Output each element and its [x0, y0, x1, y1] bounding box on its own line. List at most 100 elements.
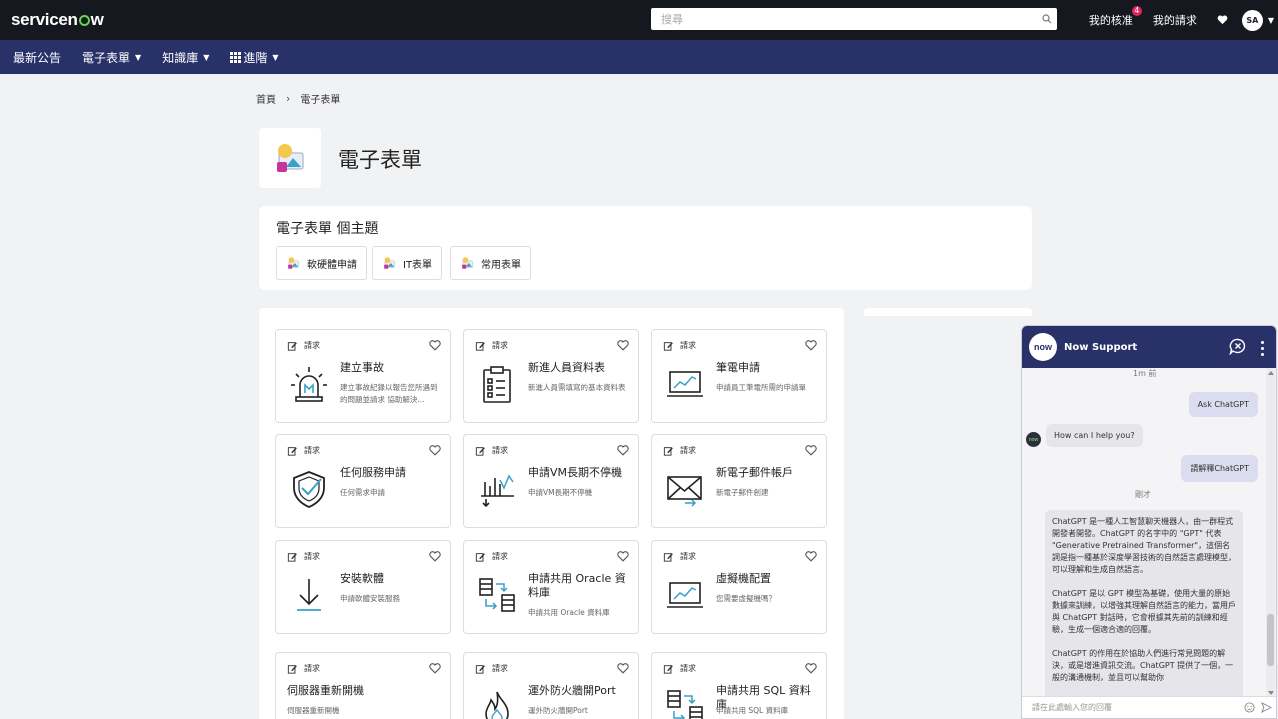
chat-header: now Now Support: [1022, 326, 1276, 368]
favorite-heart-icon[interactable]: [429, 663, 441, 677]
download-icon: [287, 573, 331, 617]
approvals-count-badge: 4: [1131, 6, 1142, 16]
scroll-thumb: [1267, 614, 1274, 666]
chat-widget: now Now Support 1m 前 Ask ChatGPT now How…: [1021, 325, 1277, 719]
breadcrumb-current: 電子表單: [300, 95, 341, 106]
favorite-heart-icon[interactable]: [805, 663, 817, 677]
envelope-icon: [663, 467, 707, 511]
card-description: 申請員工筆電所需的申請單: [716, 383, 806, 392]
topic-chip-hardware-software[interactable]: 軟硬體申請: [276, 246, 367, 280]
clipboard-icon: [475, 362, 519, 406]
search-input[interactable]: [651, 12, 1037, 26]
my-requests-link[interactable]: 我的請求: [1153, 12, 1197, 28]
avatar-caret-icon[interactable]: ▼: [1268, 16, 1274, 25]
favorite-heart-icon[interactable]: [805, 551, 817, 565]
category-icon-box: [259, 128, 321, 188]
user-message: 請解釋ChatGPT: [1181, 455, 1258, 482]
favorites-heart-icon[interactable]: [1217, 15, 1228, 25]
card-title: 運外防火牆開Port: [528, 684, 616, 697]
catalog-card-new-email[interactable]: 請求 新電子郵件帳戶 新電子郵件創建: [651, 434, 827, 528]
topic-chip-it-forms[interactable]: IT表單: [372, 246, 443, 280]
scroll-down-icon: [1268, 691, 1274, 695]
message-timestamp: 剛才: [1135, 490, 1151, 499]
card-title: 任何服務申請: [340, 466, 406, 479]
chat-scrollbar[interactable]: [1266, 368, 1275, 698]
topic-chip-common-forms[interactable]: 常用表單: [450, 246, 531, 280]
bot-avatar: now: [1026, 432, 1041, 447]
chevron-down-icon: ▼: [135, 52, 142, 62]
more-options-icon[interactable]: [1261, 340, 1264, 356]
catalog-card-vm-config[interactable]: 請求 虛擬機配置 您需要虛擬機嗎？: [651, 540, 827, 634]
chat-title: Now Support: [1064, 341, 1138, 353]
edit-icon: [663, 446, 673, 456]
breadcrumb-home[interactable]: 首頁: [256, 91, 276, 106]
nav-item-knowledge[interactable]: 知識庫 ▼: [162, 49, 209, 66]
send-icon[interactable]: [1261, 702, 1272, 713]
favorite-heart-icon[interactable]: [617, 551, 629, 565]
topic-chip-label: 常用表單: [481, 259, 521, 271]
request-tag: 請求: [287, 340, 320, 351]
catalog-card-sql-db[interactable]: 請求 申請共用 SQL 資料庫 申請共用 SQL 資料庫: [651, 652, 827, 719]
card-title: 安裝軟體: [340, 572, 384, 585]
user-avatar[interactable]: SA: [1241, 9, 1263, 31]
servicenow-logo[interactable]: servicen w: [11, 10, 104, 30]
forms-category-icon: [277, 144, 304, 172]
nav-bar: 最新公告 電子表單 ▼ 知識庫 ▼ 進階 ▼: [0, 40, 1278, 74]
topic-chip-label: 軟硬體申請: [307, 259, 357, 271]
request-tag: 請求: [475, 551, 508, 562]
page-title: 電子表單: [338, 148, 422, 172]
favorite-heart-icon[interactable]: [429, 551, 441, 565]
database-sync-icon: [475, 573, 519, 617]
chat-messages: 1m 前 Ask ChatGPT now How can I help you?…: [1022, 368, 1268, 698]
chat-reply-input[interactable]: [1022, 703, 1244, 712]
shield-check-icon: [287, 467, 331, 511]
card-title: 虛擬機配置: [716, 572, 771, 585]
edit-icon: [475, 552, 485, 562]
catalog-card-vm-uptime[interactable]: 請求 申請VM長期不停機 申請VM長期不停機: [463, 434, 639, 528]
edit-icon: [287, 664, 297, 674]
database-sync-icon: [663, 685, 707, 719]
catalog-card-create-incident[interactable]: 請求 建立事故 建立事故紀錄以報告您所遇到的問題並請求 協助解決...: [275, 329, 451, 423]
bot-long-message: ChatGPT 是一種人工智慧聊天機器人，由一群程式開發者開發。ChatGPT …: [1045, 510, 1243, 698]
card-title: 申請VM長期不停機: [528, 466, 623, 479]
catalog-card-firewall-port[interactable]: 請求 運外防火牆開Port 運外防火牆開Port: [463, 652, 639, 719]
card-description: 申請軟體安裝服務: [340, 594, 400, 603]
favorite-heart-icon[interactable]: [429, 445, 441, 459]
emoji-icon[interactable]: [1244, 702, 1255, 713]
card-description: 建立事故紀錄以報告您所遇到的問題並請求 協助解決...: [340, 383, 438, 404]
catalog-card-laptop-request[interactable]: 請求 筆電申請 申請員工筆電所需的申請單: [651, 329, 827, 423]
card-description: 伺服器重新開機: [287, 706, 340, 715]
message-timestamp: 1m 前: [1133, 369, 1157, 378]
edit-icon: [475, 341, 485, 351]
edit-icon: [475, 664, 485, 674]
request-tag: 請求: [663, 340, 696, 351]
nav-item-eforms[interactable]: 電子表單 ▼: [82, 49, 141, 66]
card-title: 伺服器重新開機: [287, 684, 364, 697]
topic-icon: [288, 257, 300, 269]
server-chart-icon: [475, 467, 519, 511]
request-tag: 請求: [663, 551, 696, 562]
catalog-card-oracle-db[interactable]: 請求 申請共用 Oracle 資料庫 申請共用 Oracle 資料庫: [463, 540, 639, 634]
catalog-card-any-service[interactable]: 請求 任何服務申請 任何需求申請: [275, 434, 451, 528]
catalog-card-new-employee-form[interactable]: 請求 新進人員資料表 新進人員需填寫的基本資料表: [463, 329, 639, 423]
chevron-right-icon: ›: [286, 92, 291, 105]
nav-item-announcements[interactable]: 最新公告: [13, 49, 61, 66]
topics-panel: 電子表單 個主題 軟硬體申請 IT表單 常用表單: [259, 206, 1032, 290]
favorite-heart-icon[interactable]: [617, 340, 629, 354]
catalog-card-server-reboot[interactable]: 請求 伺服器重新開機 伺服器重新開機: [275, 652, 451, 719]
favorite-heart-icon[interactable]: [805, 340, 817, 354]
laptop-chart-icon: [663, 362, 707, 406]
request-tag: 請求: [287, 445, 320, 456]
favorite-heart-icon[interactable]: [429, 340, 441, 354]
search-icon[interactable]: [1037, 14, 1057, 24]
favorite-heart-icon[interactable]: [617, 663, 629, 677]
my-approvals-link[interactable]: 我的核准 4: [1089, 6, 1142, 28]
request-tag: 請求: [287, 551, 320, 562]
favorite-heart-icon[interactable]: [805, 445, 817, 459]
nav-item-advanced[interactable]: 進階 ▼: [230, 49, 279, 66]
catalog-card-install-software[interactable]: 請求 安裝軟體 申請軟體安裝服務: [275, 540, 451, 634]
favorite-heart-icon[interactable]: [617, 445, 629, 459]
new-conversation-icon[interactable]: [1229, 338, 1247, 358]
catalog-grid: 請求 建立事故 建立事故紀錄以報告您所遇到的問題並請求 協助解決... 請求 新…: [259, 308, 844, 719]
siren-icon: [287, 362, 331, 406]
